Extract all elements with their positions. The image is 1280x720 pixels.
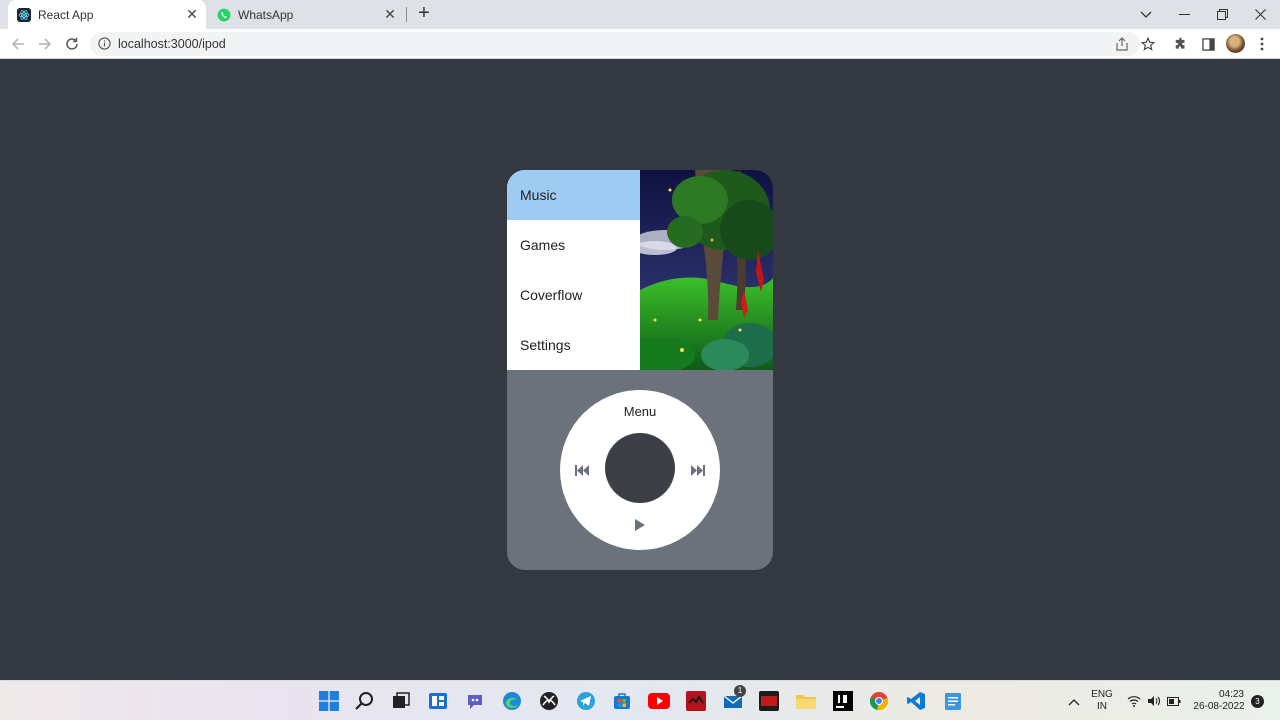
share-icon[interactable] bbox=[1113, 35, 1131, 53]
menu-item-games[interactable]: Games bbox=[507, 220, 640, 270]
browser-toolbar: localhost:3000/ipod bbox=[0, 29, 1280, 59]
profile-avatar[interactable] bbox=[1226, 34, 1245, 53]
next-track-icon[interactable] bbox=[688, 460, 708, 480]
intellij-icon[interactable] bbox=[832, 690, 854, 712]
region-code: IN bbox=[1097, 701, 1107, 712]
volume-icon[interactable] bbox=[1143, 690, 1165, 712]
tab-title: React App bbox=[38, 7, 94, 22]
vscode-icon[interactable] bbox=[905, 690, 927, 712]
react-icon bbox=[17, 7, 31, 22]
notepad-icon[interactable] bbox=[942, 690, 964, 712]
play-icon[interactable] bbox=[630, 515, 650, 535]
chrome-icon[interactable] bbox=[868, 690, 890, 712]
menu-item-settings[interactable]: Settings bbox=[507, 320, 640, 370]
clock-date: 26-08-2022 bbox=[1193, 701, 1245, 712]
wheel-menu-button[interactable]: Menu bbox=[560, 404, 720, 419]
tab-divider bbox=[406, 7, 407, 22]
bookmark-star-icon[interactable] bbox=[1139, 35, 1157, 53]
clock-time: 04:23 bbox=[1218, 689, 1244, 700]
tab-react-app[interactable]: React App ✕ bbox=[8, 0, 206, 29]
teams-chat-icon[interactable] bbox=[464, 690, 486, 712]
widgets-icon[interactable] bbox=[427, 690, 449, 712]
site-info-icon[interactable] bbox=[98, 37, 112, 51]
language-code: ENG bbox=[1091, 689, 1113, 700]
click-wheel[interactable]: Menu bbox=[560, 390, 720, 550]
screen-wallpaper-image bbox=[640, 170, 773, 370]
wifi-icon[interactable] bbox=[1123, 690, 1145, 712]
microsoft-store-icon[interactable] bbox=[611, 690, 633, 712]
tab-whatsapp[interactable]: WhatsApp ✕ bbox=[208, 0, 404, 29]
mail-badge: 1 bbox=[734, 685, 746, 697]
minimize-button[interactable] bbox=[1165, 0, 1203, 29]
input-language-indicator[interactable]: ENG IN bbox=[1086, 689, 1118, 713]
windows-start-icon[interactable] bbox=[318, 690, 340, 712]
ipod-device: Music Games Coverflow Settings Menu bbox=[507, 170, 773, 570]
search-icon[interactable] bbox=[354, 690, 376, 712]
address-bar[interactable]: localhost:3000/ipod bbox=[90, 32, 1140, 56]
show-hidden-icons-chevron-icon[interactable] bbox=[1063, 691, 1085, 713]
red-app-icon[interactable] bbox=[685, 690, 707, 712]
whatsapp-icon bbox=[217, 8, 231, 22]
side-panel-icon[interactable] bbox=[1199, 35, 1217, 53]
task-view-icon[interactable] bbox=[390, 690, 412, 712]
close-tab-icon[interactable]: ✕ bbox=[184, 6, 200, 23]
extensions-puzzle-icon[interactable] bbox=[1172, 35, 1190, 53]
battery-icon[interactable] bbox=[1163, 690, 1185, 712]
previous-track-icon[interactable] bbox=[572, 460, 592, 480]
xbox-icon[interactable] bbox=[538, 690, 560, 712]
ipod-screen: Music Games Coverflow Settings bbox=[507, 170, 773, 370]
ipod-menu-list: Music Games Coverflow Settings bbox=[507, 170, 640, 370]
dark-red-app-icon[interactable] bbox=[758, 690, 780, 712]
url-text: localhost:3000/ipod bbox=[118, 37, 226, 51]
reload-icon[interactable] bbox=[62, 34, 82, 54]
menu-item-coverflow[interactable]: Coverflow bbox=[507, 270, 640, 320]
edge-icon[interactable] bbox=[501, 690, 523, 712]
clock[interactable]: 04:23 26-08-2022 bbox=[1188, 689, 1250, 713]
mail-icon[interactable]: 1 bbox=[722, 685, 746, 712]
close-window-button[interactable] bbox=[1241, 0, 1279, 29]
browser-tab-bar: React App ✕ WhatsApp ✕ + bbox=[0, 0, 1280, 29]
close-tab-icon[interactable]: ✕ bbox=[382, 6, 398, 23]
forward-arrow-icon[interactable] bbox=[35, 34, 55, 54]
notification-count-badge[interactable]: 3 bbox=[1251, 695, 1264, 708]
menu-item-music[interactable]: Music bbox=[507, 170, 640, 220]
tab-title: WhatsApp bbox=[238, 7, 294, 22]
more-options-icon[interactable] bbox=[1253, 35, 1271, 53]
telegram-icon[interactable] bbox=[575, 690, 597, 712]
windows-taskbar: 1 ENG IN 04:23 26-08-2022 3 bbox=[0, 680, 1280, 720]
new-tab-button[interactable]: + bbox=[414, 3, 434, 24]
youtube-icon[interactable] bbox=[648, 690, 670, 712]
tab-search-icon[interactable] bbox=[1127, 0, 1165, 29]
file-explorer-icon[interactable] bbox=[795, 690, 817, 712]
restore-button[interactable] bbox=[1203, 0, 1241, 29]
center-select-button[interactable] bbox=[605, 433, 675, 503]
back-arrow-icon[interactable] bbox=[8, 34, 28, 54]
